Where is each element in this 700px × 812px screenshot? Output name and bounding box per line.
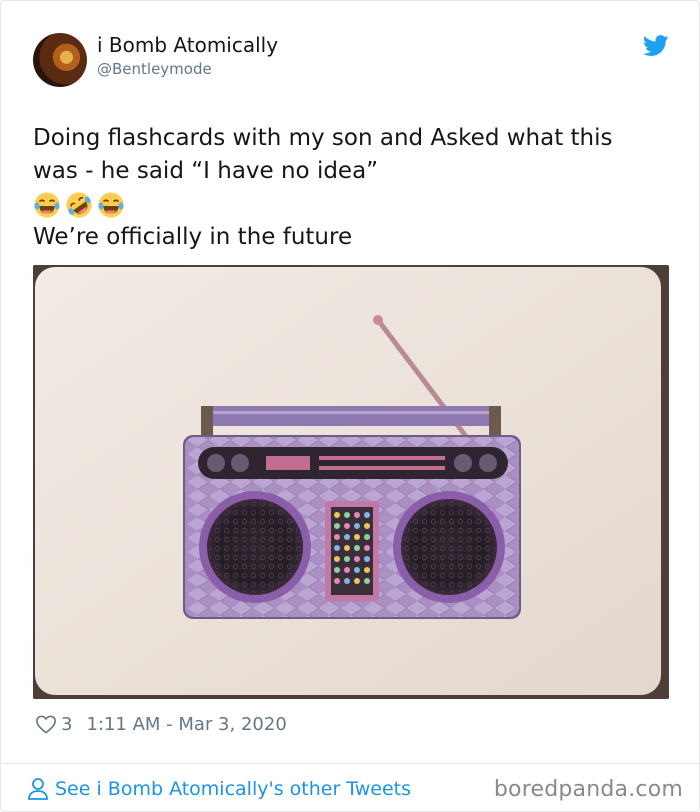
- see-other-tweets-label[interactable]: See i Bomb Atomically's other Tweets: [55, 778, 411, 800]
- like-count[interactable]: 3: [61, 714, 72, 735]
- heart-icon[interactable]: [35, 714, 57, 734]
- author-display-name[interactable]: i Bomb Atomically: [97, 33, 278, 57]
- boombox-flashcard-image: [33, 265, 669, 699]
- author-handle[interactable]: @Bentleymode: [97, 60, 212, 78]
- twitter-bird-icon[interactable]: [643, 35, 669, 57]
- tweet-timestamp[interactable]: 1:11 AM - Mar 3, 2020: [86, 714, 286, 735]
- author-avatar[interactable]: [33, 33, 87, 87]
- tweet-text-line: was - he said “I have no idea”: [33, 158, 379, 184]
- user-icon: [28, 778, 48, 800]
- tears-of-joy-emoji-icon: [98, 192, 124, 217]
- divider: [2, 763, 699, 764]
- boredpanda-watermark: boredpanda.com: [493, 777, 683, 802]
- tweet-photo[interactable]: [33, 265, 669, 699]
- tweet-card: i Bomb Atomically @Bentleymode Doing fla…: [0, 0, 700, 812]
- tweet-text: Doing flashcards with my son and Asked w…: [33, 122, 673, 254]
- see-other-tweets-link[interactable]: See i Bomb Atomically's other Tweets: [27, 775, 411, 803]
- tweet-text-line: We’re officially in the future: [33, 224, 353, 250]
- emoji-row: [33, 188, 673, 221]
- tweet-meta: 3 1:11 AM - Mar 3, 2020: [35, 711, 287, 737]
- tweet-text-line: Doing flashcards with my son and Asked w…: [33, 125, 613, 151]
- tears-of-joy-emoji-icon: [34, 192, 60, 217]
- rolling-on-floor-laughing-emoji-icon: [66, 192, 92, 217]
